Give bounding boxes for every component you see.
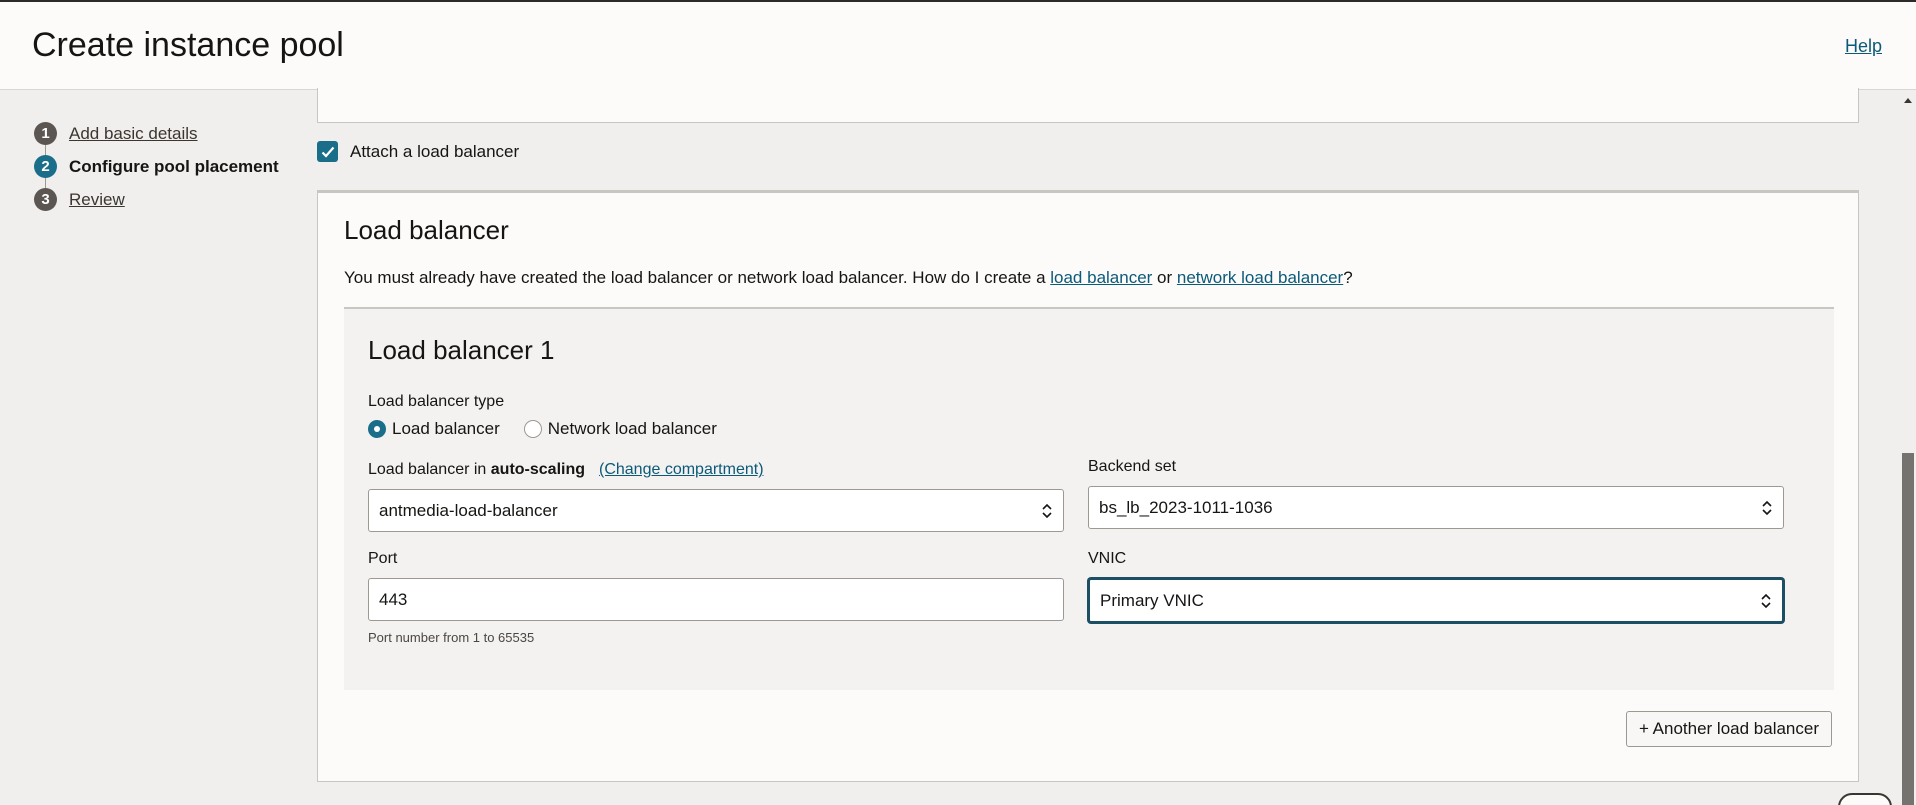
attach-label: Attach a load balancer (350, 141, 520, 161)
load-balancer-select[interactable]: antmedia-load-balancer (368, 489, 1064, 532)
step-number: 1 (34, 122, 57, 145)
help-link[interactable]: Help (1845, 36, 1882, 57)
lb-type-radio-group: Load balancer Network load balancer (368, 419, 741, 439)
load-balancer-link[interactable]: load balancer (1050, 268, 1152, 287)
desc-or: or (1152, 268, 1177, 287)
step-label[interactable]: Add basic details (69, 124, 198, 144)
backend-set-select[interactable]: bs_lb_2023-1011-1036 (1088, 486, 1784, 529)
lb-type-label: Load balancer type (368, 393, 505, 410)
feedback-widget-button[interactable] (1838, 793, 1892, 805)
step-number: 2 (34, 155, 57, 178)
add-another-load-balancer-button[interactable]: + Another load balancer (1625, 711, 1832, 747)
radio-label: Load balancer (392, 419, 500, 438)
step-label: Configure pool placement (69, 156, 279, 176)
checkmark-icon (321, 146, 334, 158)
select-chevron-icon (1042, 503, 1052, 518)
wizard-steps: 1 Add basic details 2 Configure pool pla… (34, 117, 279, 216)
page-title: Create instance pool (32, 26, 344, 64)
port-label: Port (368, 550, 398, 567)
vnic-select[interactable]: Primary VNIC (1088, 578, 1784, 623)
load-balancer-card: Load balancer 1 Load balancer type Load … (344, 307, 1834, 690)
step-label[interactable]: Review (69, 190, 125, 210)
step-configure-pool-placement: 2 Configure pool placement (34, 150, 279, 183)
desc-prefix: You must already have created the load b… (344, 268, 1051, 287)
radio-unselected-icon[interactable] (523, 420, 542, 438)
section-description: You must already have created the load b… (344, 268, 1353, 288)
radio-label: Network load balancer (547, 419, 717, 438)
change-compartment-link[interactable]: (Change compartment) (599, 461, 764, 478)
desc-suffix: ? (1343, 268, 1353, 287)
previous-section-box (317, 88, 1859, 123)
port-hint: Port number from 1 to 65535 (368, 630, 535, 645)
backend-set-label: Backend set (1088, 458, 1177, 475)
attach-load-balancer-checkbox[interactable]: Attach a load balancer (317, 141, 519, 162)
scrollbar-thumb[interactable] (1902, 453, 1914, 805)
step-review[interactable]: 3 Review (34, 183, 279, 216)
page-header: Create instance pool Help (0, 2, 1916, 90)
section-title: Load balancer (344, 215, 509, 245)
select-value: antmedia-load-balancer (379, 500, 558, 520)
compartment-name: auto-scaling (490, 461, 585, 478)
select-chevron-icon (1761, 593, 1771, 608)
select-chevron-icon (1762, 500, 1772, 515)
select-value: Primary VNIC (1100, 590, 1204, 610)
load-balancer-section: Load balancer You must already have crea… (317, 190, 1859, 782)
radio-network-load-balancer[interactable]: Network load balancer (523, 419, 717, 439)
radio-load-balancer[interactable]: Load balancer (368, 419, 500, 439)
step-number: 3 (34, 188, 57, 211)
port-input[interactable]: 443 (368, 578, 1064, 621)
card-title: Load balancer 1 (368, 335, 555, 365)
lb-select-label: Load balancer in auto-scaling (Change com… (368, 461, 764, 479)
select-value: bs_lb_2023-1011-1036 (1099, 497, 1273, 517)
scroll-up-arrow-icon[interactable] (1903, 96, 1913, 104)
lb-label-prefix: Load balancer in (368, 461, 491, 478)
checkbox-checked[interactable] (317, 141, 338, 162)
network-load-balancer-link[interactable]: network load balancer (1177, 268, 1343, 287)
radio-selected-icon[interactable] (368, 420, 386, 438)
vnic-label: VNIC (1088, 550, 1127, 567)
step-add-basic-details[interactable]: 1 Add basic details (34, 117, 279, 150)
input-value: 443 (379, 589, 408, 609)
